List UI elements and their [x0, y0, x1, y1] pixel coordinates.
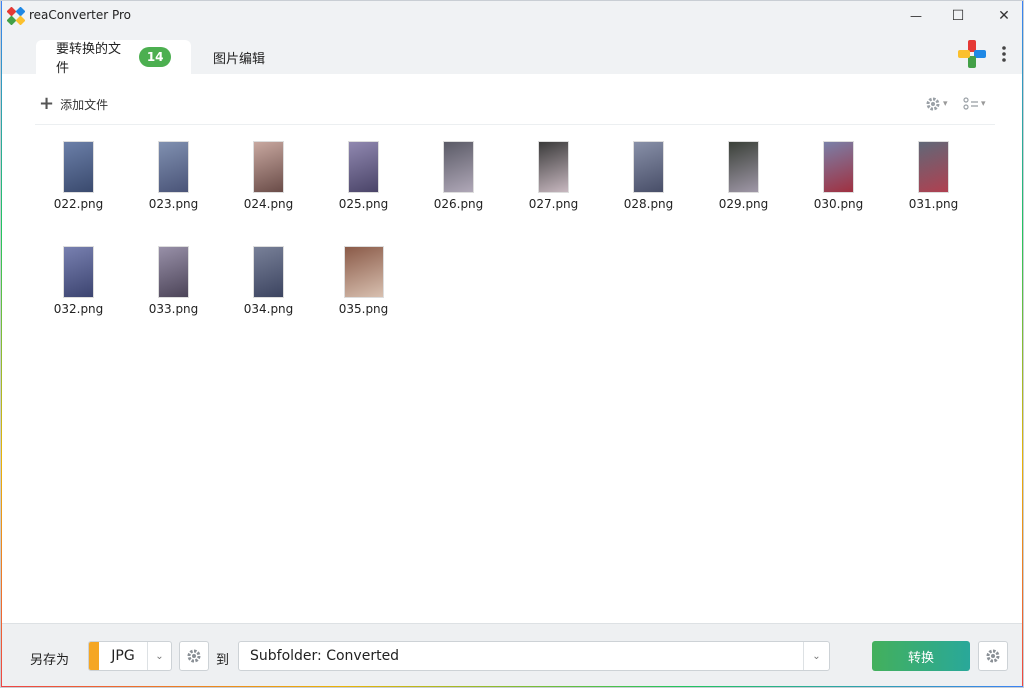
file-name: 033.png	[148, 302, 199, 316]
file-item[interactable]: 035.png	[316, 242, 411, 347]
file-item[interactable]: 024.png	[221, 137, 316, 242]
file-thumbnail[interactable]	[63, 141, 94, 193]
brand-logo-icon[interactable]	[958, 40, 986, 68]
file-thumbnail[interactable]	[918, 141, 949, 193]
maximize-icon: ☐	[951, 8, 965, 24]
file-toolbar: + 添加文件 ▾ ▾	[35, 89, 995, 125]
file-thumbnail[interactable]	[158, 141, 189, 193]
minimize-button[interactable]: —	[893, 1, 939, 31]
add-file-label: 添加文件	[60, 97, 109, 112]
file-item[interactable]: 025.png	[316, 137, 411, 242]
file-name: 022.png	[53, 197, 104, 211]
file-name: 028.png	[623, 197, 674, 211]
minimize-icon: —	[910, 9, 922, 23]
file-item[interactable]: 028.png	[601, 137, 696, 242]
chevron-down-icon: ▾	[981, 99, 986, 109]
file-thumbnail[interactable]	[343, 246, 384, 298]
chevron-down-icon[interactable]: ⌄	[803, 642, 829, 670]
convert-settings-button[interactable]	[978, 641, 1008, 671]
file-name: 027.png	[528, 197, 579, 211]
bottom-bar: 另存为 JPG ⌄ 到 Subfolder: Converted ⌄ 转换	[1, 623, 1023, 687]
file-item[interactable]: 031.png	[886, 137, 981, 242]
settings-dropdown[interactable]: ▾	[925, 93, 948, 115]
tab-label: 要转换的文件	[56, 42, 122, 76]
gear-icon	[926, 97, 940, 111]
file-name: 023.png	[148, 197, 199, 211]
file-thumbnail[interactable]	[728, 141, 759, 193]
maximize-button[interactable]: ☐	[935, 1, 981, 31]
file-name: 034.png	[243, 302, 294, 316]
more-vertical-icon	[1002, 46, 1006, 62]
file-name: 035.png	[338, 302, 389, 316]
app-window: reaConverter Pro — ☐ ✕ 要转换的文件 14 图片编辑 + …	[0, 0, 1024, 688]
tab-files-to-convert[interactable]: 要转换的文件 14	[36, 40, 191, 76]
file-thumbnail[interactable]	[443, 141, 474, 193]
file-item[interactable]: 023.png	[126, 137, 221, 242]
window-title: reaConverter Pro	[29, 8, 132, 22]
file-name: 031.png	[908, 197, 959, 211]
gear-icon	[187, 649, 201, 663]
file-name: 029.png	[718, 197, 769, 211]
file-name: 030.png	[813, 197, 864, 211]
file-item[interactable]: 029.png	[696, 137, 791, 242]
file-name: 026.png	[433, 197, 484, 211]
window-edge	[1, 1, 2, 687]
file-thumbnail[interactable]	[63, 246, 94, 298]
close-button[interactable]: ✕	[981, 1, 1023, 31]
view-mode-dropdown[interactable]: ▾	[963, 93, 986, 115]
destination-label: 到	[216, 653, 230, 668]
app-logo-icon	[7, 7, 25, 25]
add-file-button[interactable]: + 添加文件	[39, 93, 108, 115]
save-as-label: 另存为	[30, 653, 70, 668]
title-bar: reaConverter Pro — ☐ ✕	[1, 1, 1023, 31]
file-item[interactable]: 027.png	[506, 137, 601, 242]
tab-image-editing[interactable]: 图片编辑	[193, 40, 293, 74]
file-item[interactable]: 034.png	[221, 242, 316, 347]
more-menu-button[interactable]	[995, 41, 1013, 67]
destination-value: Subfolder: Converted	[250, 648, 400, 664]
file-count-badge: 14	[139, 47, 171, 67]
window-edge	[1022, 1, 1023, 687]
gear-icon	[986, 649, 1000, 663]
format-color-accent	[89, 642, 99, 670]
file-name: 032.png	[53, 302, 104, 316]
file-item[interactable]: 026.png	[411, 137, 506, 242]
file-thumbnail[interactable]	[158, 246, 189, 298]
output-format-select[interactable]: JPG ⌄	[88, 641, 172, 671]
destination-select[interactable]: Subfolder: Converted ⌄	[238, 641, 830, 671]
file-thumbnail[interactable]	[538, 141, 569, 193]
file-name: 024.png	[243, 197, 294, 211]
format-settings-button[interactable]	[179, 641, 209, 671]
file-thumbnail[interactable]	[823, 141, 854, 193]
file-item[interactable]: 032.png	[31, 242, 126, 347]
file-item[interactable]: 033.png	[126, 242, 221, 347]
file-thumbnail[interactable]	[633, 141, 664, 193]
file-thumbnail[interactable]	[253, 141, 284, 193]
tab-strip: 要转换的文件 14 图片编辑	[1, 31, 1023, 76]
output-format-value: JPG	[111, 648, 135, 664]
file-item[interactable]: 022.png	[31, 137, 126, 242]
list-view-icon	[963, 97, 978, 110]
convert-button[interactable]: 转换	[872, 641, 970, 671]
file-thumbnail[interactable]	[253, 246, 284, 298]
file-grid: 022.png 023.png 024.png 025.png 026.png 027.p…	[31, 137, 991, 347]
close-icon: ✕	[998, 8, 1010, 24]
window-edge	[1, 686, 1023, 687]
plus-icon: +	[39, 93, 55, 114]
tab-label: 图片编辑	[213, 51, 266, 67]
chevron-down-icon[interactable]: ⌄	[147, 642, 171, 670]
chevron-down-icon: ▾	[943, 99, 948, 109]
file-name: 025.png	[338, 197, 389, 211]
file-item[interactable]: 030.png	[791, 137, 886, 242]
file-thumbnail[interactable]	[348, 141, 379, 193]
